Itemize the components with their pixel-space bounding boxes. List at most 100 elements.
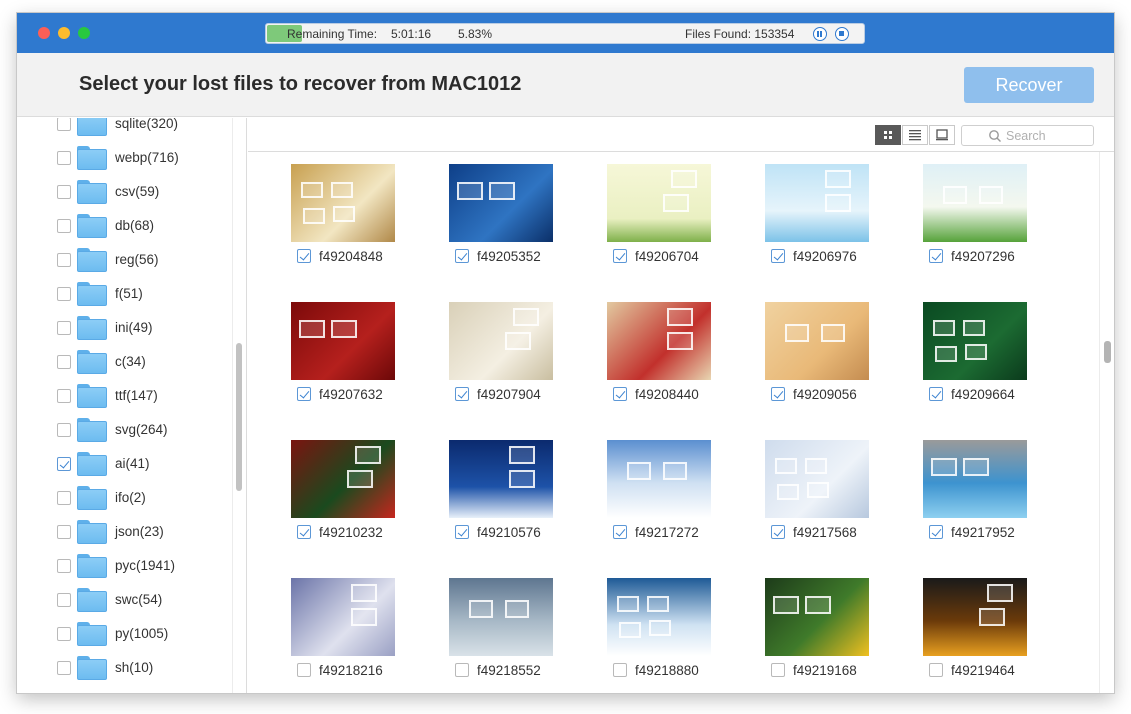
file-tile[interactable]: f49209056 (753, 302, 893, 422)
file-type-checkbox[interactable] (57, 423, 71, 437)
file-tile[interactable]: f49207632 (279, 302, 419, 422)
file-type-item[interactable]: sqlite(320) (57, 118, 227, 139)
file-type-checkbox[interactable] (57, 661, 71, 675)
file-type-checkbox[interactable] (57, 525, 71, 539)
file-checkbox[interactable] (613, 387, 627, 401)
file-checkbox[interactable] (297, 249, 311, 263)
file-checkbox[interactable] (929, 249, 943, 263)
file-thumbnail[interactable] (291, 164, 395, 242)
file-tile[interactable]: f49206976 (753, 164, 893, 284)
file-type-item[interactable]: db(68) (57, 211, 227, 241)
file-tile[interactable]: f49218216 (279, 578, 419, 693)
sidebar-scroll-thumb[interactable] (236, 343, 242, 491)
file-type-item[interactable]: c(34) (57, 347, 227, 377)
file-tile[interactable]: f49207296 (911, 164, 1051, 284)
stop-scan-button[interactable] (835, 27, 849, 41)
file-tile[interactable]: f49218552 (437, 578, 577, 693)
file-tile[interactable]: f49219464 (911, 578, 1051, 693)
file-type-checkbox[interactable] (57, 355, 71, 369)
file-checkbox[interactable] (455, 249, 469, 263)
list-view-button[interactable] (902, 125, 928, 145)
file-thumbnail[interactable] (607, 302, 711, 380)
file-type-item[interactable]: ai(41) (57, 449, 227, 479)
file-thumbnail[interactable] (923, 440, 1027, 518)
file-type-item[interactable]: f(51) (57, 279, 227, 309)
file-thumbnail[interactable] (449, 164, 553, 242)
file-tile[interactable]: f49206704 (595, 164, 735, 284)
file-checkbox[interactable] (771, 249, 785, 263)
file-thumbnail[interactable] (607, 440, 711, 518)
close-window-button[interactable] (38, 27, 50, 39)
file-type-item[interactable]: webp(716) (57, 143, 227, 173)
file-type-item[interactable]: sh(10) (57, 653, 227, 683)
file-checkbox[interactable] (455, 387, 469, 401)
file-checkbox[interactable] (297, 525, 311, 539)
file-tile[interactable]: f49207904 (437, 302, 577, 422)
recover-button[interactable]: Recover (964, 67, 1094, 103)
file-checkbox[interactable] (771, 387, 785, 401)
zoom-window-button[interactable] (78, 27, 90, 39)
file-type-checkbox[interactable] (57, 593, 71, 607)
file-thumbnail[interactable] (291, 302, 395, 380)
minimize-window-button[interactable] (58, 27, 70, 39)
file-thumbnail[interactable] (449, 302, 553, 380)
file-thumbnail[interactable] (765, 440, 869, 518)
file-checkbox[interactable] (929, 387, 943, 401)
file-thumbnail[interactable] (607, 164, 711, 242)
file-tile[interactable]: f49217272 (595, 440, 735, 560)
file-checkbox[interactable] (297, 387, 311, 401)
content-scrollbar[interactable] (1099, 152, 1114, 693)
file-type-checkbox[interactable] (57, 627, 71, 641)
file-type-item[interactable]: pyc(1941) (57, 551, 227, 581)
file-thumbnail[interactable] (923, 302, 1027, 380)
file-thumbnail[interactable] (607, 578, 711, 656)
file-type-item[interactable]: ttf(147) (57, 381, 227, 411)
file-tile[interactable]: f49210576 (437, 440, 577, 560)
file-type-checkbox[interactable] (57, 287, 71, 301)
file-type-item[interactable]: csv(59) (57, 177, 227, 207)
file-thumbnail[interactable] (923, 578, 1027, 656)
search-field[interactable]: Search (961, 125, 1094, 146)
file-checkbox[interactable] (771, 525, 785, 539)
file-thumbnail[interactable] (291, 578, 395, 656)
file-thumbnail[interactable] (765, 578, 869, 656)
file-type-checkbox[interactable] (57, 253, 71, 267)
file-type-checkbox[interactable] (57, 219, 71, 233)
file-tile[interactable]: f49218880 (595, 578, 735, 693)
file-tile[interactable]: f49208440 (595, 302, 735, 422)
file-checkbox[interactable] (455, 525, 469, 539)
file-thumbnail[interactable] (765, 164, 869, 242)
file-tile[interactable]: f49217952 (911, 440, 1051, 560)
file-type-checkbox[interactable] (57, 321, 71, 335)
file-checkbox[interactable] (771, 663, 785, 677)
file-checkbox[interactable] (613, 525, 627, 539)
file-checkbox[interactable] (929, 525, 943, 539)
file-checkbox[interactable] (297, 663, 311, 677)
file-type-checkbox[interactable] (57, 491, 71, 505)
file-tile[interactable]: f49205352 (437, 164, 577, 284)
file-tile[interactable]: f49219168 (753, 578, 893, 693)
file-tile[interactable]: f49204848 (279, 164, 419, 284)
file-thumbnail[interactable] (923, 164, 1027, 242)
file-thumbnail[interactable] (765, 302, 869, 380)
file-type-checkbox[interactable] (57, 118, 71, 131)
content-scroll-thumb[interactable] (1104, 341, 1111, 363)
file-type-item[interactable]: py(1005) (57, 619, 227, 649)
file-checkbox[interactable] (455, 663, 469, 677)
file-type-checkbox[interactable] (57, 151, 71, 165)
file-type-item[interactable]: swc(54) (57, 585, 227, 615)
file-checkbox[interactable] (613, 663, 627, 677)
grid-view-button[interactable] (875, 125, 901, 145)
file-type-checkbox[interactable] (57, 185, 71, 199)
preview-view-button[interactable] (929, 125, 955, 145)
file-tile[interactable]: f49210232 (279, 440, 419, 560)
file-thumbnail[interactable] (291, 440, 395, 518)
file-type-checkbox[interactable] (57, 457, 71, 471)
file-type-item[interactable]: reg(56) (57, 245, 227, 275)
file-type-item[interactable]: json(23) (57, 517, 227, 547)
file-checkbox[interactable] (613, 249, 627, 263)
file-type-item[interactable]: ifo(2) (57, 483, 227, 513)
file-thumbnail[interactable] (449, 578, 553, 656)
file-thumbnail[interactable] (449, 440, 553, 518)
file-type-item[interactable]: ini(49) (57, 313, 227, 343)
